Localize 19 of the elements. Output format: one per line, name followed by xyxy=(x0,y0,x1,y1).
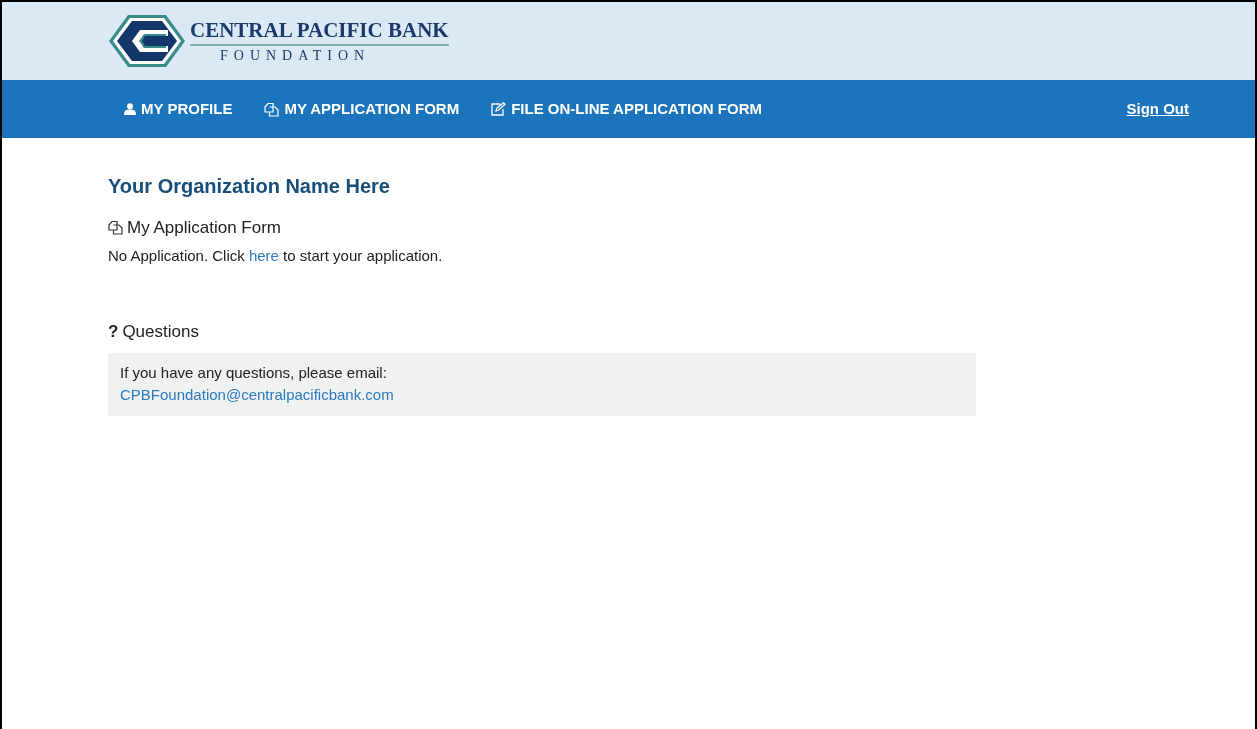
nav-link[interactable]: MY APPLICATION FORM xyxy=(264,97,460,121)
question-icon: ? xyxy=(108,319,119,345)
section-heading: My Application Form xyxy=(127,217,281,239)
edit-icon xyxy=(491,102,507,116)
logo-subtitle: FOUNDATION xyxy=(219,46,372,63)
start-application-link[interactable]: here xyxy=(248,246,279,264)
copy-icon xyxy=(108,220,123,236)
organization-name: Your Organization Name Here xyxy=(108,174,391,198)
user-icon xyxy=(124,103,136,115)
nav-link[interactable]: FILE ON-LINE APPLICATION FORM xyxy=(491,97,762,121)
logo-title: CENTRAL PACIFIC BANK xyxy=(190,19,449,46)
logo-icon xyxy=(108,14,186,68)
questions-text: If you have any questions, please email: xyxy=(120,362,388,383)
application-status-text: No Application. Click here to start your application. xyxy=(108,245,444,266)
copy-icon xyxy=(264,101,280,117)
nav-link[interactable]: MY PROFILE xyxy=(124,97,233,121)
email-link[interactable]: CPBFoundation@centralpacificbank.com xyxy=(120,386,394,403)
sign-out-link[interactable]: Sign Out xyxy=(1126,97,1189,121)
section-heading: Questions xyxy=(122,321,199,343)
